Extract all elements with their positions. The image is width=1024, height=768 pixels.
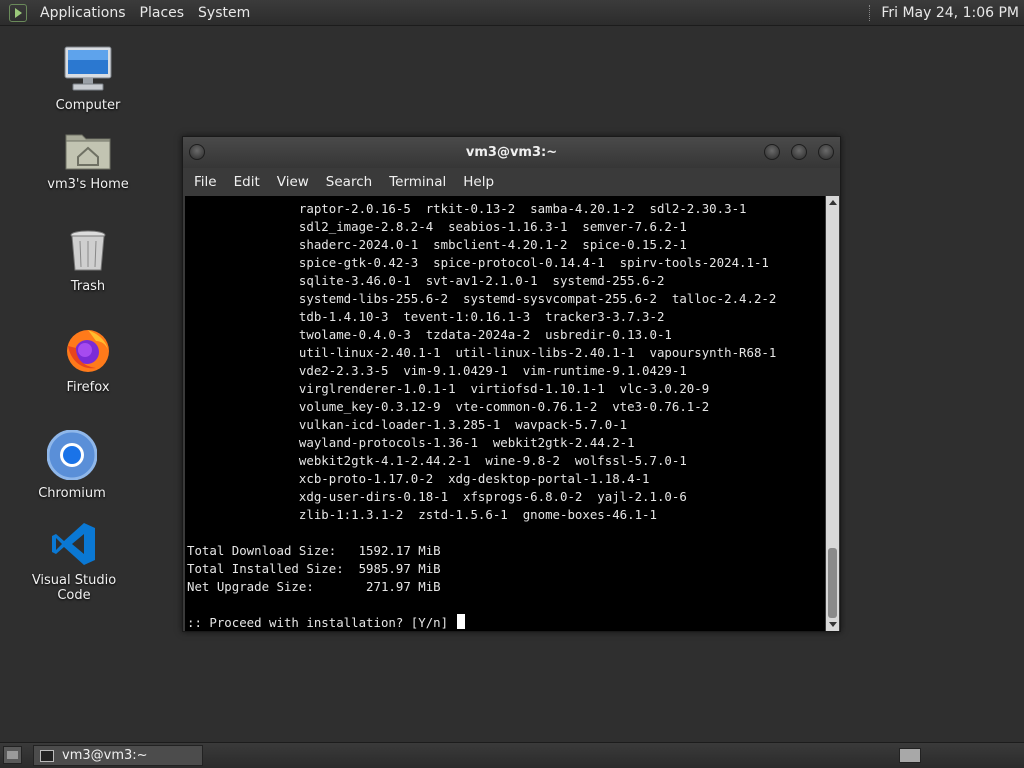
workspace-switcher[interactable] xyxy=(899,748,921,763)
computer-icon xyxy=(64,46,112,91)
firefox-icon xyxy=(67,330,109,372)
minimize-button[interactable] xyxy=(764,144,780,160)
scroll-down-icon[interactable] xyxy=(829,622,837,627)
menu-file[interactable]: File xyxy=(187,174,224,190)
vscode-icon xyxy=(52,523,95,565)
terminal-menubar: File Edit View Search Terminal Help xyxy=(183,168,840,196)
window-titlebar[interactable]: vm3@vm3:~ xyxy=(183,137,840,168)
desktop-icon-home[interactable]: vm3's Home xyxy=(33,129,143,192)
trash-icon xyxy=(70,230,106,271)
clock[interactable]: Fri May 24, 1:06 PM xyxy=(881,5,1019,21)
terminal-line: xdg-user-dirs-0.18-1 xfsprogs-6.8.0-2 ya… xyxy=(187,489,687,504)
terminal-line: zlib-1:1.3.1-2 zstd-1.5.6-1 gnome-boxes-… xyxy=(187,507,657,522)
desktop-icon-label: Trash xyxy=(70,279,106,294)
terminal-line: sdl2_image-2.8.2-4 seabios-1.16.3-1 semv… xyxy=(187,219,687,234)
taskbar-window-label: vm3@vm3:~ xyxy=(62,748,148,763)
terminal-line: vulkan-icd-loader-1.3.285-1 wavpack-5.7.… xyxy=(187,417,628,432)
terminal-line: tdb-1.4.10-3 tevent-1:0.16.1-3 tracker3-… xyxy=(187,309,665,324)
taskbar-window-button[interactable]: vm3@vm3:~ xyxy=(33,745,203,766)
menu-terminal[interactable]: Terminal xyxy=(382,174,453,190)
menu-search[interactable]: Search xyxy=(319,174,379,190)
bottom-panel: vm3@vm3:~ xyxy=(0,742,1024,768)
desktop-icon-label: Firefox xyxy=(66,380,110,395)
menu-help[interactable]: Help xyxy=(456,174,501,190)
terminal-line: :: Proceed with installation? [Y/n] xyxy=(187,615,456,630)
scrollbar-thumb[interactable] xyxy=(828,548,837,618)
menu-system[interactable]: System xyxy=(191,5,257,21)
terminal-line: spice-gtk-0.42-3 spice-protocol-0.14.4-1… xyxy=(187,255,769,270)
window-title: vm3@vm3:~ xyxy=(465,145,558,160)
desktop-icon-label: Visual Studio Code xyxy=(31,573,117,603)
terminal-output[interactable]: raptor-2.0.16-5 rtkit-0.13-2 samba-4.20.… xyxy=(185,196,825,631)
desktop-icon-label: Chromium xyxy=(38,486,106,501)
desktop-icon-firefox[interactable]: Firefox xyxy=(33,326,143,395)
menu-view[interactable]: View xyxy=(270,174,316,190)
terminal-icon xyxy=(40,749,54,762)
terminal-line: systemd-libs-255.6-2 systemd-sysvcompat-… xyxy=(187,291,777,306)
menu-applications[interactable]: Applications xyxy=(33,5,133,21)
desktop-icon-label: vm3's Home xyxy=(47,177,129,192)
terminal-line: Total Download Size: 1592.17 MiB xyxy=(187,543,441,558)
terminal-text: raptor-2.0.16-5 rtkit-0.13-2 samba-4.20.… xyxy=(185,196,825,631)
terminal-line: webkit2gtk-4.1-2.44.2-1 wine-9.8-2 wolfs… xyxy=(187,453,687,468)
terminal-line: util-linux-2.40.1-1 util-linux-libs-2.40… xyxy=(187,345,777,360)
terminal-line: Total Installed Size: 5985.97 MiB xyxy=(187,561,441,576)
terminal-line: wayland-protocols-1.36-1 webkit2gtk-2.44… xyxy=(187,435,635,450)
text-cursor xyxy=(456,614,465,629)
menu-places[interactable]: Places xyxy=(133,5,192,21)
chromium-icon xyxy=(47,430,97,480)
terminal-line: twolame-0.4.0-3 tzdata-2024a-2 usbredir-… xyxy=(187,327,672,342)
top-panel: Applications Places System Fri May 24, 1… xyxy=(0,0,1024,26)
terminal-line: raptor-2.0.16-5 rtkit-0.13-2 samba-4.20.… xyxy=(187,201,747,216)
desktop-icon-trash[interactable]: Trash xyxy=(33,229,143,294)
terminal-line: sqlite-3.46.0-1 svt-av1-2.1.0-1 systemd-… xyxy=(187,273,665,288)
window-menu-icon[interactable] xyxy=(189,144,205,160)
terminal-line: Net Upgrade Size: 271.97 MiB xyxy=(187,579,441,594)
distro-logo-icon[interactable] xyxy=(9,3,27,22)
desktop-icon-vscode[interactable]: Visual Studio Code xyxy=(19,521,129,603)
terminal-line: xcb-proto-1.17.0-2 xdg-desktop-portal-1.… xyxy=(187,471,650,486)
scroll-up-icon[interactable] xyxy=(829,200,837,205)
terminal-line: shaderc-2024.0-1 smbclient-4.20.1-2 spic… xyxy=(187,237,687,252)
terminal-scrollbar[interactable] xyxy=(826,196,839,631)
desktop-icon-computer[interactable]: Computer xyxy=(33,46,143,113)
terminal-line: vde2-2.3.3-5 vim-9.1.0429-1 vim-runtime-… xyxy=(187,363,687,378)
terminal-line: virglrenderer-1.0.1-1 virtiofsd-1.10.1-1… xyxy=(187,381,710,396)
menu-edit[interactable]: Edit xyxy=(227,174,267,190)
panel-separator xyxy=(869,4,873,21)
terminal-window[interactable]: vm3@vm3:~ File Edit View Search Terminal… xyxy=(182,136,841,632)
desktop-icon-chromium[interactable]: Chromium xyxy=(17,430,127,501)
close-button[interactable] xyxy=(818,144,834,160)
maximize-button[interactable] xyxy=(791,144,807,160)
desktop-icon-label: Computer xyxy=(55,98,121,113)
home-folder-icon xyxy=(65,134,111,170)
terminal-line: volume_key-0.3.12-9 vte-common-0.76.1-2 … xyxy=(187,399,710,414)
show-desktop-button[interactable] xyxy=(3,746,22,764)
